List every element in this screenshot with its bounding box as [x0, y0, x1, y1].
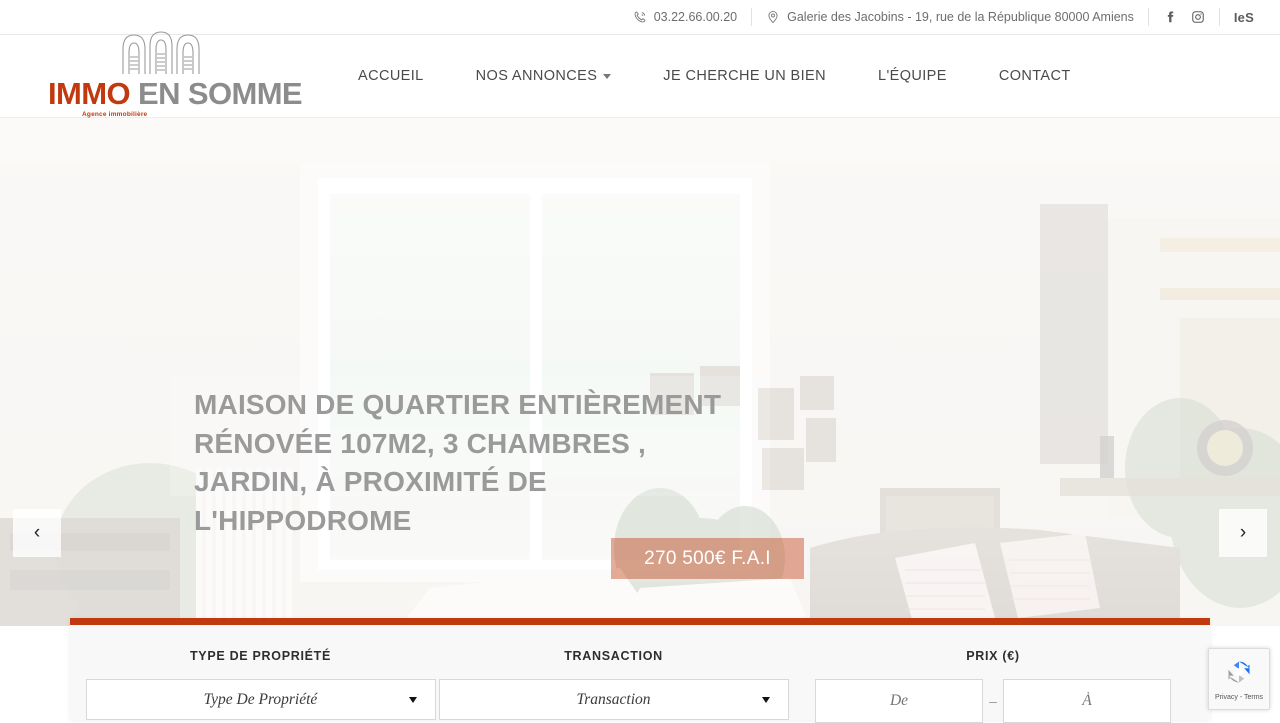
property-search-form: TYPE DE PROPRIÉTÉ Type De Propriété TRAN…: [70, 618, 1210, 723]
nav-label: NOS ANNONCES: [475, 68, 598, 84]
property-type-value: Type De Propriété: [203, 690, 318, 708]
nav-label: ACCUEIL: [358, 68, 424, 84]
nav-item-nos-annonces[interactable]: NOS ANNONCES: [450, 68, 638, 84]
logo-wordmark: IMMO EN SOMME: [48, 75, 303, 111]
site-logo[interactable]: IMMO EN SOMME Agence immobilière: [48, 30, 303, 118]
field-property-type: TYPE DE PROPRIÉTÉ Type De Propriété: [84, 625, 437, 720]
hero-property-title: MAISON DE QUARTIER ENTIÈREMENT RÉNOVÉE 1…: [194, 389, 722, 536]
address-block[interactable]: Galerie des Jacobins - 19, rue de la Rép…: [752, 7, 1148, 27]
logo-word-enso: EN SO: [129, 75, 232, 111]
nav-item-lequipe[interactable]: L'ÉQUIPE: [852, 68, 973, 84]
property-type-label: TYPE DE PROPRIÉTÉ: [189, 649, 332, 663]
nav-item-contact[interactable]: CONTACT: [973, 68, 1097, 84]
hero-slider: MAISON DE QUARTIER ENTIÈREMENT RÉNOVÉE 1…: [0, 118, 1280, 626]
main-navigation: ACCUEIL NOS ANNONCES JE CHERCHE UN BIEN …: [332, 68, 1097, 84]
instagram-icon[interactable]: [1191, 10, 1205, 24]
nav-item-accueil[interactable]: ACCUEIL: [332, 68, 450, 84]
chevron-left-icon: ‹: [33, 522, 41, 543]
hero-price-button[interactable]: 270 500€ F.A.I: [611, 538, 804, 579]
field-transaction: TRANSACTION Transaction: [437, 625, 790, 720]
phone-contact[interactable]: 03.22.66.00.20: [619, 7, 751, 27]
nav-item-je-cherche-un-bien[interactable]: JE CHERCHE UN BIEN: [637, 68, 852, 84]
logo-tagline: Agence immobilière: [82, 110, 148, 118]
slider-next-button[interactable]: ›: [1219, 509, 1267, 557]
price-label: PRIX (€): [966, 649, 1020, 663]
transaction-select[interactable]: Transaction: [438, 679, 789, 720]
social-links: [1149, 10, 1219, 24]
ies-logo-link[interactable]: IeS: [1220, 10, 1262, 25]
price-range-separator: –: [989, 693, 997, 709]
chevron-down-icon: [761, 696, 770, 703]
chevron-right-icon: ›: [1239, 522, 1247, 543]
price-from-input[interactable]: [815, 679, 984, 723]
transaction-value: Transaction: [576, 690, 651, 708]
phone-icon: [633, 10, 647, 24]
nav-label: L'ÉQUIPE: [878, 68, 947, 84]
recaptcha-icon: [1224, 657, 1254, 692]
address-text: Galerie des Jacobins - 19, rue de la Rép…: [787, 10, 1134, 24]
nav-label: JE CHERCHE UN BIEN: [663, 68, 826, 84]
phone-number: 03.22.66.00.20: [653, 10, 738, 24]
cathedral-arch-icon: [120, 29, 202, 80]
location-pin-icon: [766, 10, 780, 24]
property-type-select[interactable]: Type De Propriété: [85, 679, 436, 720]
site-header: IMMO EN SOMME Agence immobilière ACCUEIL…: [0, 30, 1280, 118]
logo-word-immo: IMMO: [48, 75, 131, 111]
logo-word-mme: MME: [231, 75, 302, 111]
recaptcha-badge[interactable]: Privacy - Terms: [1208, 648, 1270, 710]
chevron-down-icon: [408, 696, 417, 703]
hero-content: MAISON DE QUARTIER ENTIÈREMENT RÉNOVÉE 1…: [0, 118, 1280, 626]
price-to-input[interactable]: [1003, 679, 1172, 723]
price-range-row: –: [815, 679, 1172, 723]
transaction-label: TRANSACTION: [564, 649, 663, 663]
field-price: PRIX (€) –: [790, 625, 1196, 723]
chevron-down-icon: [603, 73, 612, 79]
facebook-icon[interactable]: [1163, 10, 1177, 24]
recaptcha-privacy-terms[interactable]: Privacy - Terms: [1215, 694, 1263, 701]
nav-label: CONTACT: [998, 68, 1071, 84]
slider-prev-button[interactable]: ‹: [13, 509, 61, 557]
